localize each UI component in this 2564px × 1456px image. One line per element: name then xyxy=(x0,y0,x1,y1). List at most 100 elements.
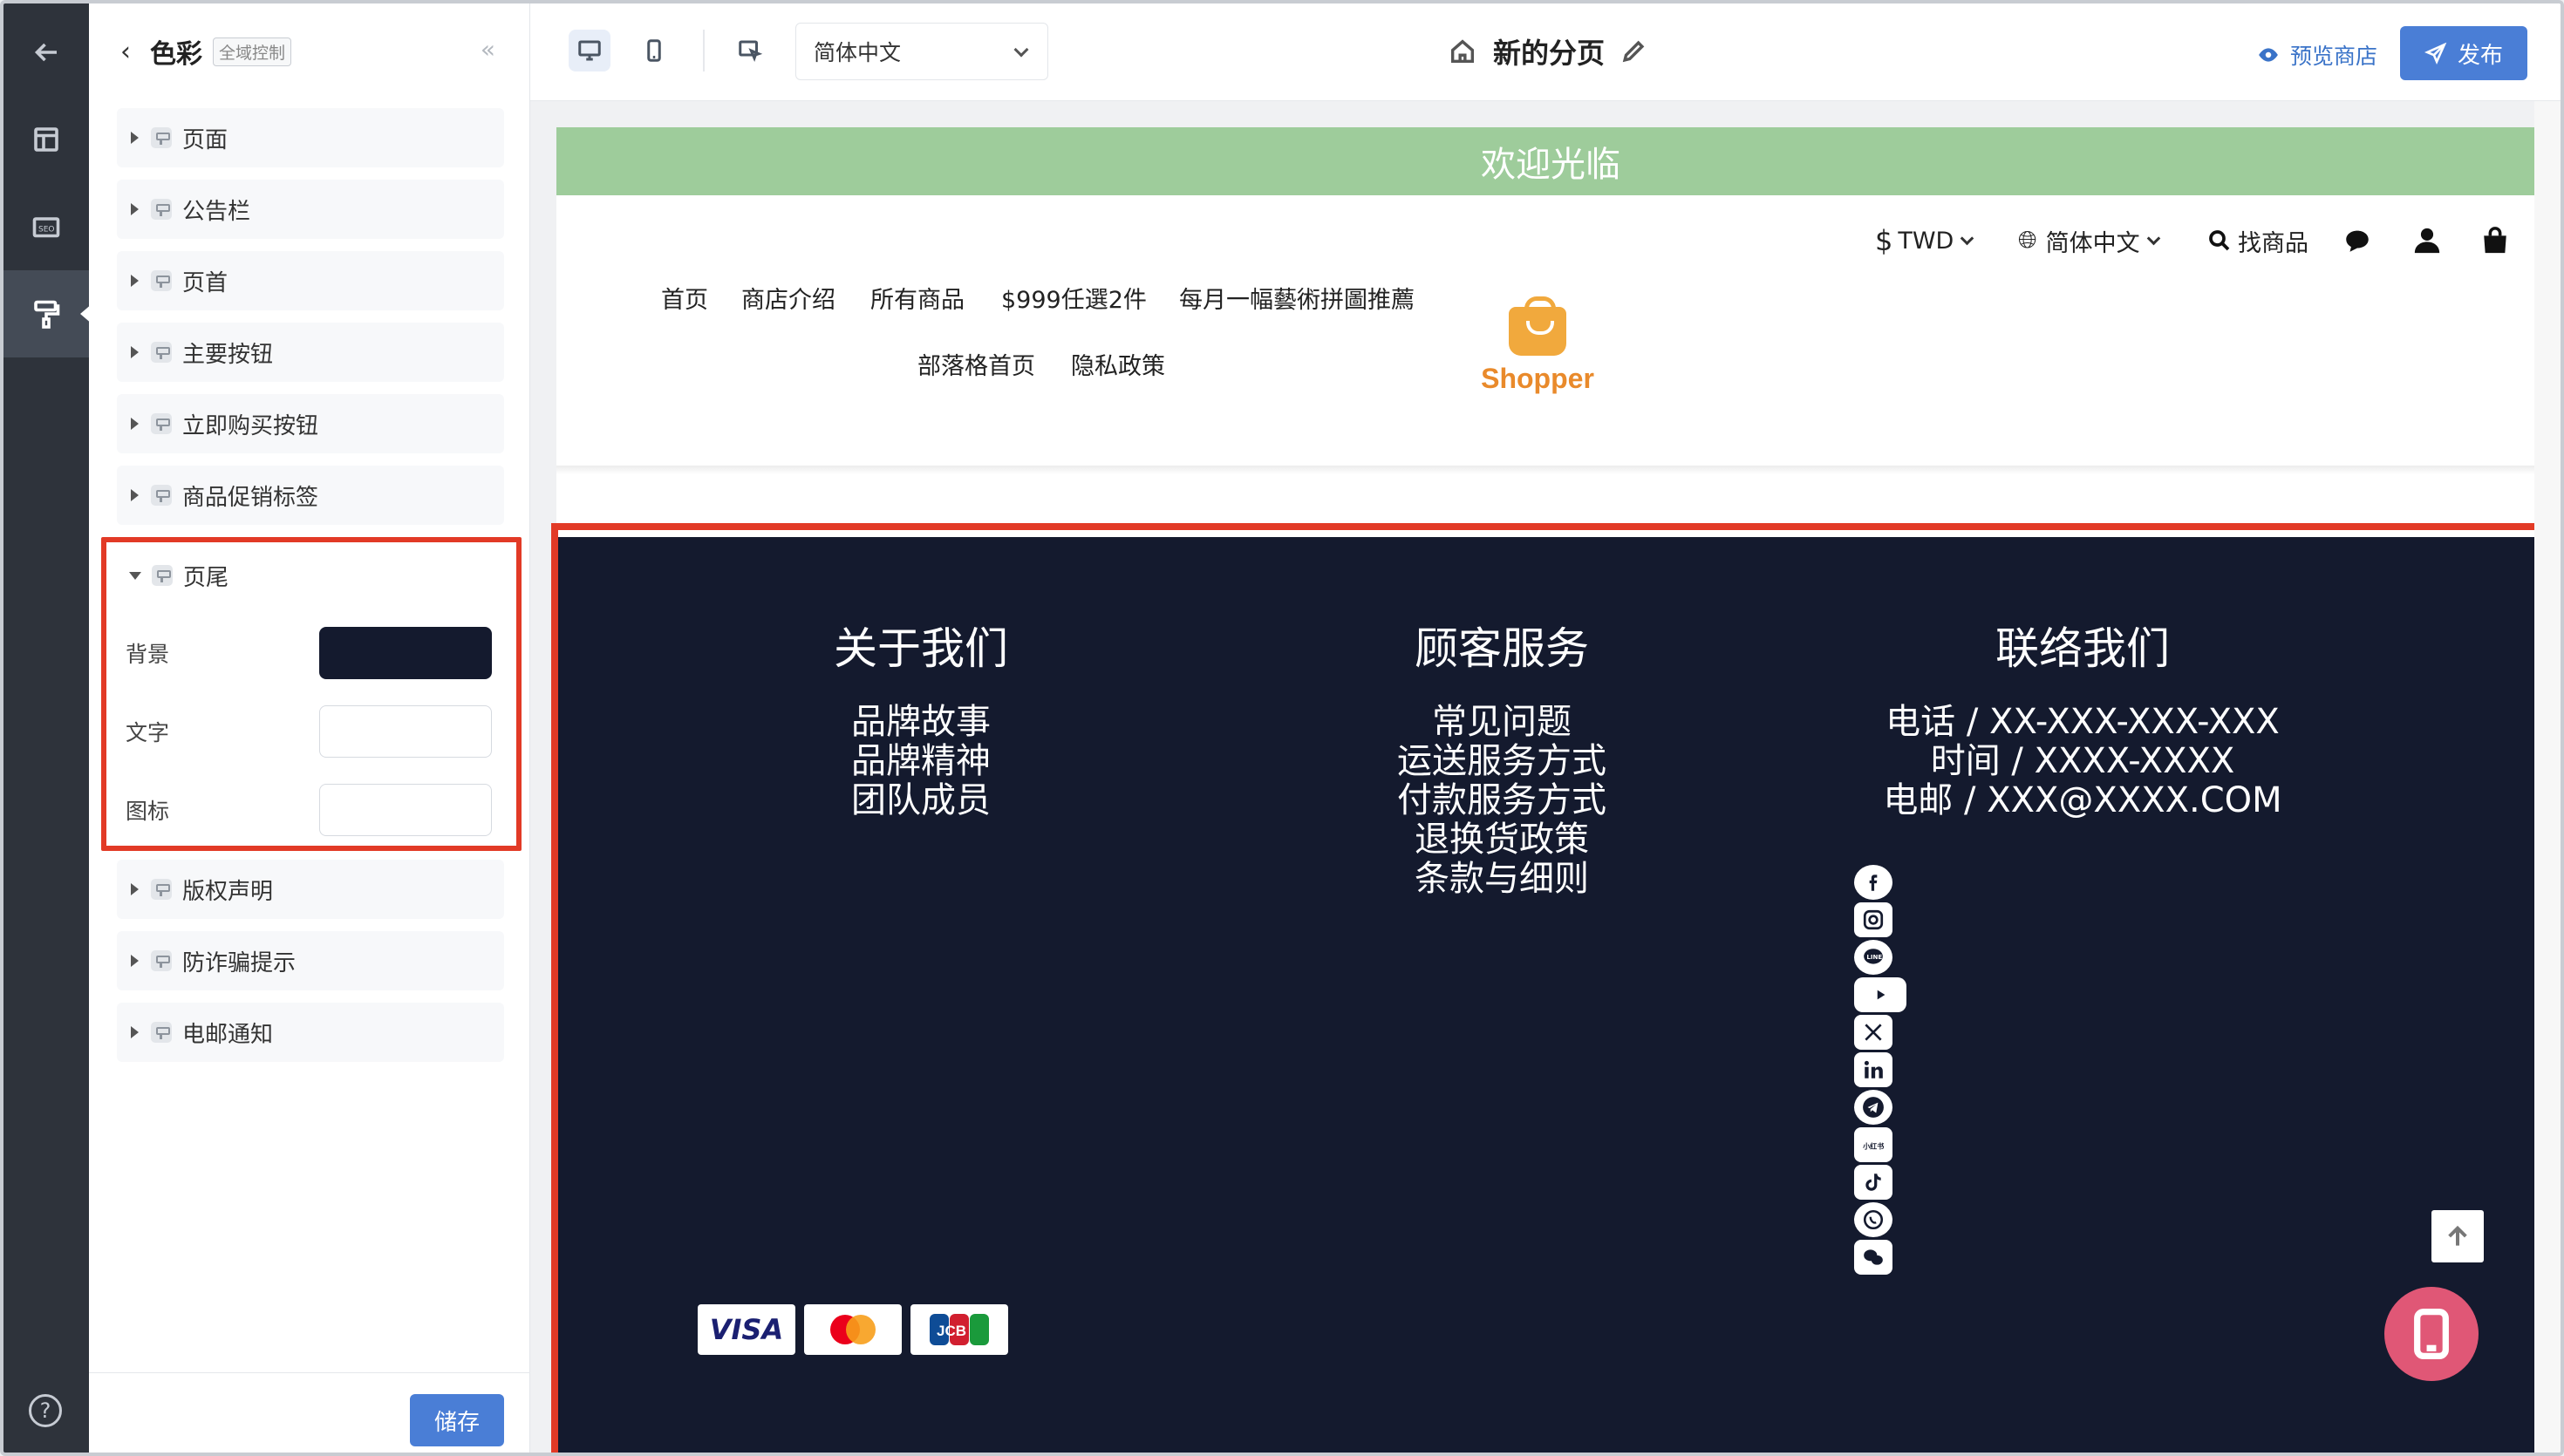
jcb-text: JCB xyxy=(937,1323,966,1339)
mobile-view-icon[interactable] xyxy=(633,30,675,71)
whatsapp-icon[interactable] xyxy=(1854,1202,1892,1237)
footer-link[interactable]: 团队成员 xyxy=(703,781,1139,820)
caret-right-icon xyxy=(131,275,139,287)
instagram-icon[interactable] xyxy=(1854,902,1892,937)
chevron-down-icon xyxy=(1013,42,1029,58)
footer-bg-swatch[interactable] xyxy=(319,627,492,679)
mobile-preview-fab-icon[interactable] xyxy=(2384,1287,2479,1381)
x-icon[interactable] xyxy=(1854,1015,1892,1050)
site-language-select[interactable]: 🌐︎ 简体中文 xyxy=(2018,221,2160,260)
nav-home[interactable]: 首页 xyxy=(661,281,708,315)
facebook-icon[interactable] xyxy=(1854,865,1892,900)
paint-roller-icon xyxy=(151,413,172,434)
publish-label: 发布 xyxy=(2457,42,2503,69)
divider xyxy=(703,30,705,71)
section-label: 立即购买按钮 xyxy=(182,412,319,439)
layout-icon[interactable] xyxy=(3,96,89,183)
store-logo[interactable]: Shopper xyxy=(1481,296,1594,395)
back-arrow-icon[interactable] xyxy=(3,9,89,96)
paint-roller-icon xyxy=(151,270,172,291)
xiaohongshu-icon[interactable]: 小红书 xyxy=(1854,1127,1892,1162)
language-select[interactable]: 简体中文 xyxy=(795,23,1048,80)
search-icon xyxy=(2209,230,2230,251)
section-footer[interactable]: 页尾 xyxy=(115,549,499,602)
publish-button[interactable]: 发布 xyxy=(2400,26,2527,80)
caret-right-icon xyxy=(131,883,139,895)
section-promo-tag[interactable]: 商品促销标签 xyxy=(117,466,504,525)
nav-promo[interactable]: $999任選2件 xyxy=(1001,281,1147,315)
footer-link[interactable]: 品牌精神 xyxy=(703,742,1139,781)
footer-heading: 顾客服务 xyxy=(1415,623,1589,674)
collapse-panel-icon[interactable]: « xyxy=(481,35,495,64)
page-title: 新的分页 xyxy=(1493,37,1606,70)
icon-rail: SEO ? xyxy=(3,3,92,1453)
color-label: 背景 xyxy=(126,642,170,667)
footer-selection-outline[interactable]: 关于我们 品牌故事 品牌精神 团队成员 顾客服务 常见问题 运送服务方式 付款服… xyxy=(551,523,2550,1453)
footer-link[interactable]: 退换货政策 xyxy=(1284,820,1720,860)
youtube-icon[interactable] xyxy=(1854,977,1906,1012)
site-footer: 关于我们 品牌故事 品牌精神 团队成员 顾客服务 常见问题 运送服务方式 付款服… xyxy=(558,537,2543,1453)
cart-icon[interactable] xyxy=(2480,221,2510,260)
tiktok-icon[interactable] xyxy=(1854,1165,1892,1200)
line-icon[interactable]: LINE xyxy=(1854,940,1892,975)
nav-puzzle[interactable]: 每月一幅藝術拼圖推薦 xyxy=(1179,281,1415,315)
paint-roller-icon[interactable] xyxy=(3,270,89,357)
pencil-icon[interactable] xyxy=(1619,37,1648,66)
search-link[interactable]: 找商品 xyxy=(2206,221,2308,260)
paint-roller-icon xyxy=(151,950,172,971)
page-name: 新的分页 xyxy=(1448,30,1648,73)
select-element-icon[interactable] xyxy=(729,30,771,71)
section-email-notice[interactable]: 电邮通知 xyxy=(117,1003,504,1062)
canvas-scrollbar[interactable] xyxy=(2534,101,2561,1453)
header-divider xyxy=(556,466,2545,474)
linkedin-icon[interactable] xyxy=(1854,1052,1892,1087)
site-language-value: 简体中文 xyxy=(2045,229,2140,257)
footer-link[interactable]: 品牌故事 xyxy=(703,703,1139,742)
section-header[interactable]: 页首 xyxy=(117,251,504,310)
footer-text-row: 文字 xyxy=(126,701,509,762)
color-label: 图标 xyxy=(126,799,170,824)
paint-roller-icon xyxy=(151,127,172,148)
footer-text-swatch[interactable] xyxy=(319,705,492,758)
save-bar: 储存 xyxy=(89,1372,530,1453)
save-button[interactable]: 储存 xyxy=(410,1394,504,1446)
footer-contact-line: 时间 / XXXX-XXXX xyxy=(1930,741,2235,781)
chevron-left-icon[interactable]: ‹ xyxy=(120,37,131,67)
footer-link[interactable]: 条款与细则 xyxy=(1284,860,1720,899)
preview-store-button[interactable]: 预览商店 xyxy=(2257,33,2377,77)
store-page: 欢迎光临 $ TWD 🌐︎ 简体中文 找商品 首页 商店介绍 所有商品 $999… xyxy=(551,127,2550,1453)
back-to-top-icon[interactable] xyxy=(2431,1210,2484,1262)
section-page[interactable]: 页面 xyxy=(117,108,504,167)
section-anti-fraud[interactable]: 防诈骗提示 xyxy=(117,931,504,990)
telegram-icon[interactable] xyxy=(1854,1090,1892,1125)
section-label: 主要按钮 xyxy=(182,341,274,368)
section-buy-now-button[interactable]: 立即购买按钮 xyxy=(117,394,504,453)
account-icon[interactable] xyxy=(2412,221,2442,260)
section-copyright[interactable]: 版权声明 xyxy=(117,860,504,919)
seo-icon[interactable]: SEO xyxy=(3,183,89,270)
footer-icon-swatch[interactable] xyxy=(319,784,492,836)
footer-link[interactable]: 付款服务方式 xyxy=(1284,781,1720,820)
nav-blog[interactable]: 部落格首页 xyxy=(917,347,1035,381)
footer-link[interactable]: 常见问题 xyxy=(1284,703,1720,742)
paint-roller-icon xyxy=(151,199,172,220)
home-icon xyxy=(1450,39,1475,64)
nav-privacy[interactable]: 隐私政策 xyxy=(1071,347,1165,381)
payment-cards: VISA JCB xyxy=(698,1304,1008,1355)
chat-icon[interactable] xyxy=(2342,221,2372,260)
desktop-view-icon[interactable] xyxy=(569,30,610,71)
currency-select[interactable]: $ TWD xyxy=(1875,221,1974,260)
panel-header: ‹ 色彩 全域控制 « xyxy=(89,3,530,99)
section-main-button[interactable]: 主要按钮 xyxy=(117,323,504,382)
nav-about[interactable]: 商店介绍 xyxy=(741,281,835,315)
footer-contact-line: 电话 / XX-XXX-XXX-XXX xyxy=(1885,702,2280,742)
help-icon[interactable]: ? xyxy=(29,1394,62,1427)
section-announcement[interactable]: 公告栏 xyxy=(117,180,504,239)
editor-window: SEO ? ‹ 色彩 全域控制 « 页面 公告栏 页首 主要按钮 立即购买按钮 … xyxy=(0,0,2564,1456)
footer-icon-row: 图标 xyxy=(126,779,509,840)
footer-link[interactable]: 运送服务方式 xyxy=(1284,742,1720,781)
preview-label: 预览商店 xyxy=(2290,44,2378,69)
wechat-icon[interactable] xyxy=(1854,1240,1892,1275)
send-icon xyxy=(2424,42,2447,65)
nav-all-products[interactable]: 所有商品 xyxy=(870,281,965,315)
